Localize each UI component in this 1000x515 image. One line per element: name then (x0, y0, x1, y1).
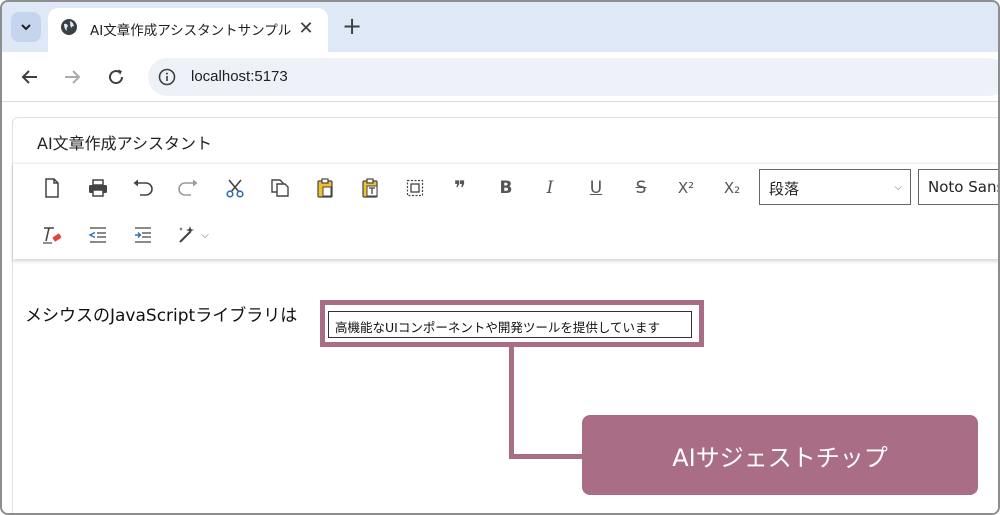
strikethrough-button[interactable]: S (626, 173, 656, 203)
scissors-icon (226, 179, 244, 198)
chevron-down-icon: ⌵ (201, 229, 209, 241)
clear-format-icon (43, 227, 62, 244)
decrease-indent-button[interactable] (83, 220, 113, 250)
callout-connector-line (509, 347, 589, 459)
superscript-button[interactable]: X² (671, 173, 701, 203)
undo-icon (133, 179, 153, 196)
chevron-down-icon (21, 24, 31, 31)
copy-button[interactable] (265, 173, 295, 203)
info-icon[interactable] (158, 68, 176, 86)
copy-icon (271, 179, 289, 197)
cut-button[interactable] (220, 173, 250, 203)
reload-icon (109, 69, 124, 85)
reload-button[interactable] (102, 63, 130, 91)
chevron-down-icon: ⌵ (894, 182, 902, 193)
blockquote-button[interactable]: ❞ (445, 173, 475, 203)
close-tab-icon[interactable]: ✕ (295, 17, 317, 39)
suggestion-text: 高機能なUIコンポーネントや開発ツールを提供しています (335, 320, 660, 335)
arrow-left-icon (21, 70, 37, 84)
redo-icon (178, 179, 198, 196)
new-document-button[interactable] (37, 173, 67, 203)
paste-text-icon (362, 178, 378, 198)
increase-indent-button[interactable] (128, 220, 158, 250)
paragraph-format-select[interactable]: 段落 ⌵ (759, 169, 911, 205)
callout-label-box: AIサジェストチップ (582, 415, 978, 495)
select-all-icon (406, 179, 424, 197)
magic-wand-icon (179, 226, 195, 243)
active-tab[interactable]: AI文章作成アシスタントサンプル ✕ (48, 8, 328, 52)
callout-label: AIサジェストチップ (672, 443, 888, 472)
underline-button[interactable]: U (581, 173, 611, 203)
bold-button[interactable]: B (491, 173, 521, 203)
ai-suggestion-chip[interactable]: 高機能なUIコンポーネントや開発ツールを提供しています (328, 311, 692, 338)
paste-text-button[interactable] (355, 173, 385, 203)
paragraph-format-value: 段落 (769, 180, 800, 198)
browser-window: AI文章作成アシスタントサンプル ✕ + localhost:5173 AI文章… (0, 0, 1000, 515)
outdent-icon (88, 227, 106, 243)
select-all-button[interactable] (400, 173, 430, 203)
new-document-icon (45, 178, 59, 198)
tab-title: AI文章作成アシスタントサンプル (90, 23, 292, 39)
address-bar[interactable]: localhost:5173 (148, 58, 998, 96)
indent-icon (135, 227, 151, 243)
navigation-bar: localhost:5173 (2, 52, 998, 102)
paste-button[interactable] (310, 173, 340, 203)
subscript-button[interactable]: X₂ (717, 173, 747, 203)
undo-button[interactable] (128, 173, 158, 203)
editor-title: AI文章作成アシスタント (37, 134, 213, 153)
tab-search-button[interactable] (11, 12, 41, 42)
arrow-right-icon (65, 70, 81, 84)
redo-button[interactable] (173, 173, 203, 203)
font-family-value: Noto Sans (928, 178, 1000, 196)
italic-button[interactable]: I (535, 173, 565, 203)
tab-strip: AI文章作成アシスタントサンプル ✕ + (2, 2, 998, 52)
editor-content-text[interactable]: メシウスのJavaScriptライブラリは (25, 301, 297, 326)
forward-button[interactable] (58, 63, 86, 91)
clear-format-button[interactable] (37, 220, 67, 250)
print-button[interactable] (83, 173, 113, 203)
ai-assist-dropdown[interactable]: ⌵ (171, 220, 215, 250)
url-text: localhost:5173 (191, 68, 288, 85)
editor-toolbar: ❞ B I U S X² X₂ 段落 ⌵ Noto Sans ⌵ (13, 163, 1000, 259)
new-tab-button[interactable]: + (338, 12, 366, 40)
back-button[interactable] (16, 63, 44, 91)
printer-icon (89, 179, 107, 197)
globe-icon (61, 19, 77, 35)
font-family-select[interactable]: Noto Sans (918, 169, 1000, 205)
paste-icon (317, 178, 333, 198)
